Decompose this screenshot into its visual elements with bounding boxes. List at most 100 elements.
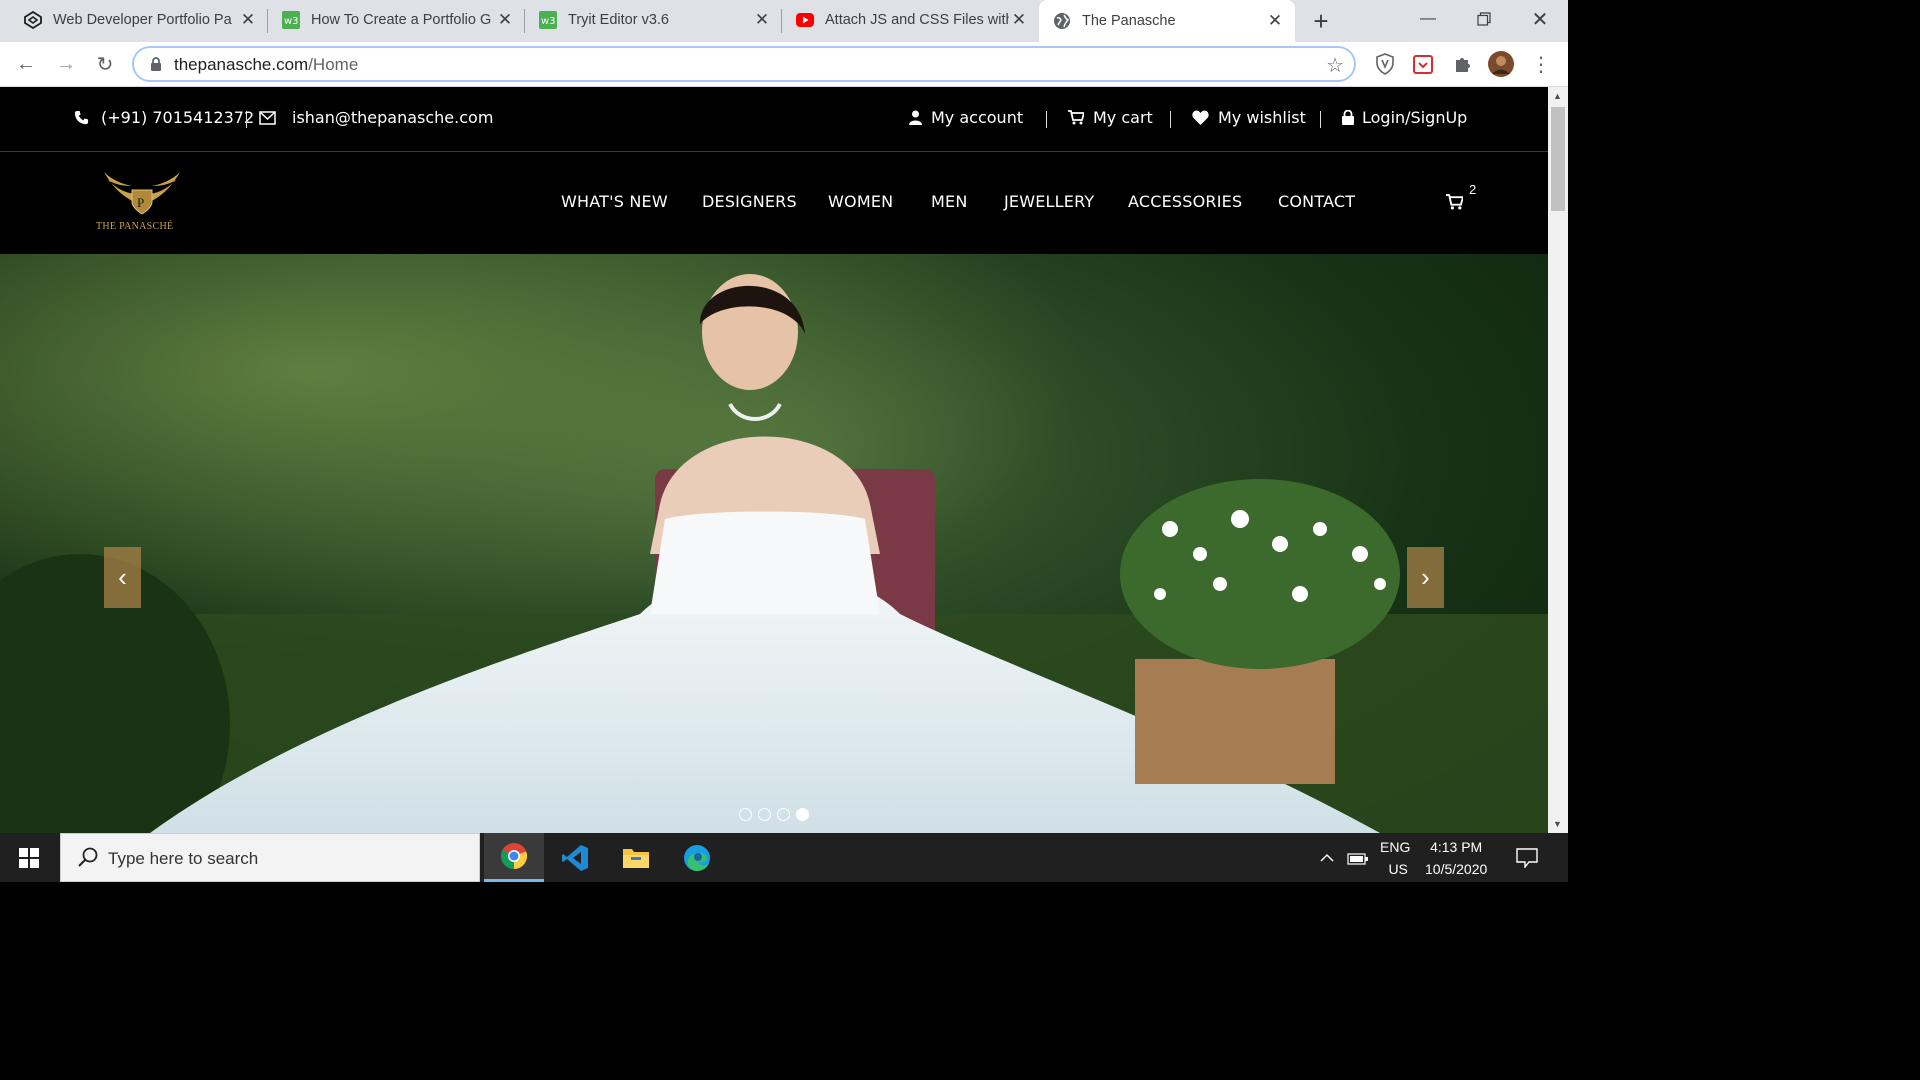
slider-dot[interactable] <box>739 808 752 821</box>
profile-avatar[interactable] <box>1488 51 1514 77</box>
url-text[interactable]: thepanasche.com/Home <box>174 55 358 75</box>
codepen-icon <box>24 11 42 29</box>
phone-number: (+91) 7015412372 <box>101 108 255 127</box>
svg-text:P: P <box>137 195 144 210</box>
nav-contact[interactable]: CONTACT <box>1278 192 1355 211</box>
nav-women[interactable]: WOMEN <box>828 192 893 211</box>
tab-title: The Panasche <box>1082 13 1176 29</box>
tab-title: Tryit Editor v3.6 <box>568 12 669 28</box>
search-placeholder: Type here to search <box>108 849 259 868</box>
browser-tab-active[interactable]: The Panasche ✕ <box>1039 0 1295 42</box>
my-cart-link[interactable]: My cart <box>1068 108 1153 127</box>
email-contact[interactable]: ishan@thepanasche.com <box>259 108 493 127</box>
new-tab-button[interactable]: + <box>1306 6 1336 36</box>
scrollbar-thumb[interactable] <box>1551 107 1565 211</box>
lock-icon <box>1342 110 1354 125</box>
logo-text: THE PANASCHÉ <box>96 221 174 232</box>
hero-image <box>0 254 1548 833</box>
close-window-icon[interactable]: ✕ <box>1512 0 1568 38</box>
tab-title: Web Developer Portfolio Pa <box>53 12 232 28</box>
phone-icon <box>74 110 89 125</box>
browser-tab-strip: Web Developer Portfolio Pa ✕ w3 How To C… <box>0 0 1568 42</box>
slider-prev-button[interactable]: ‹ <box>104 547 141 608</box>
tab-title: Attach JS and CSS Files with <box>825 12 1009 28</box>
w3schools-icon: w3 <box>539 11 557 29</box>
user-icon <box>909 110 922 125</box>
phone-contact[interactable]: (+91) 7015412372 <box>74 108 254 127</box>
hero-slider: ‹ › <box>0 254 1548 833</box>
minimize-icon[interactable]: — <box>1400 0 1456 38</box>
browser-tab[interactable]: w3 How To Create a Portfolio G ✕ <box>268 0 525 40</box>
search-icon <box>77 846 99 873</box>
close-tab-icon[interactable]: ✕ <box>238 10 258 30</box>
edge-taskbar-icon[interactable] <box>667 833 727 882</box>
cart-count-badge: 2 <box>1469 182 1477 197</box>
chevron-left-icon: ‹ <box>118 562 127 592</box>
puzzle-extensions-icon[interactable] <box>1450 51 1476 77</box>
nav-whats-new[interactable]: WHAT'S NEW <box>561 192 668 211</box>
back-arrow-icon[interactable]: ← <box>12 50 40 78</box>
clock[interactable]: 4:13 PM 10/5/2020 <box>1425 833 1487 882</box>
close-tab-icon[interactable]: ✕ <box>1009 10 1029 30</box>
forward-arrow-icon[interactable]: → <box>52 50 80 78</box>
slider-dot-active[interactable] <box>796 808 809 821</box>
page-scrollbar[interactable]: ▲ ▼ <box>1548 87 1568 833</box>
action-center-icon[interactable] <box>1516 833 1538 882</box>
my-account-link[interactable]: My account <box>909 108 1023 127</box>
nav-jewellery[interactable]: JEWELLERY <box>1004 192 1094 211</box>
slider-dot[interactable] <box>758 808 771 821</box>
bookmark-star-icon[interactable]: ☆ <box>1326 53 1344 78</box>
globe-icon <box>1053 12 1071 30</box>
youtube-icon <box>796 11 814 29</box>
taskbar-search-input[interactable]: Type here to search <box>60 833 480 882</box>
winged-crest-icon: P <box>104 172 180 215</box>
cart-icon <box>1068 110 1084 125</box>
browser-tab[interactable]: Web Developer Portfolio Pa ✕ <box>0 0 268 40</box>
my-wishlist-link[interactable]: My wishlist <box>1192 108 1306 127</box>
browser-toolbar: ← → ↻ thepanasche.com/Home ☆ ⋮ <box>0 42 1568 87</box>
envelope-icon <box>259 110 276 125</box>
svg-text:w3: w3 <box>541 16 556 27</box>
clock-date: 10/5/2020 <box>1425 860 1488 877</box>
show-hidden-icons-chevron-icon[interactable] <box>1320 833 1334 882</box>
site-logo[interactable]: P THE PANASCHÉ <box>92 164 192 234</box>
language-indicator[interactable]: ENG US <box>1380 833 1410 882</box>
chevron-right-icon: › <box>1421 562 1430 592</box>
slider-next-button[interactable]: › <box>1407 547 1444 608</box>
close-tab-icon[interactable]: ✕ <box>752 10 772 30</box>
slider-dot[interactable] <box>777 808 790 821</box>
web-page: (+91) 7015412372 ishan@thepanasche.com M… <box>0 87 1548 833</box>
clock-time: 4:13 PM <box>1430 838 1483 855</box>
battery-icon[interactable] <box>1347 833 1369 882</box>
browser-tab[interactable]: Attach JS and CSS Files with ✕ <box>782 0 1039 40</box>
cart-icon[interactable] <box>1446 194 1465 215</box>
close-tab-icon[interactable]: ✕ <box>1265 11 1285 31</box>
file-explorer-taskbar-icon[interactable] <box>606 833 666 882</box>
windows-logo-icon <box>19 847 39 868</box>
email-address: ishan@thepanasche.com <box>292 108 494 127</box>
nav-accessories[interactable]: ACCESSORIES <box>1128 192 1242 211</box>
restore-icon[interactable] <box>1456 0 1512 38</box>
browser-tab[interactable]: w3 Tryit Editor v3.6 ✕ <box>525 0 782 40</box>
site-topbar: (+91) 7015412372 ishan@thepanasche.com M… <box>0 87 1548 152</box>
lock-icon <box>150 57 162 76</box>
windows-start-button[interactable] <box>0 833 58 882</box>
nav-designers[interactable]: DESIGNERS <box>702 192 797 211</box>
nav-men[interactable]: MEN <box>931 192 967 211</box>
chrome-taskbar-icon[interactable] <box>484 833 544 882</box>
login-signup-link[interactable]: Login/SignUp <box>1342 108 1467 127</box>
tab-title: How To Create a Portfolio G <box>311 12 492 28</box>
vscode-taskbar-icon[interactable] <box>545 833 605 882</box>
windows-taskbar: Type here to search ENG US 4:13 PM 10/5/… <box>0 833 1568 882</box>
reload-icon[interactable]: ↻ <box>91 50 119 78</box>
w3schools-icon: w3 <box>282 11 300 29</box>
scroll-down-arrow-icon[interactable]: ▼ <box>1553 819 1562 829</box>
calendar-extension-icon[interactable] <box>1410 51 1436 77</box>
close-tab-icon[interactable]: ✕ <box>495 10 515 30</box>
more-menu-icon[interactable]: ⋮ <box>1528 51 1554 77</box>
scroll-up-arrow-icon[interactable]: ▲ <box>1553 91 1562 101</box>
slider-dots <box>739 808 809 821</box>
shield-extension-icon[interactable] <box>1372 51 1398 77</box>
heart-icon <box>1192 110 1209 125</box>
address-bar[interactable]: thepanasche.com/Home ☆ <box>132 46 1356 82</box>
